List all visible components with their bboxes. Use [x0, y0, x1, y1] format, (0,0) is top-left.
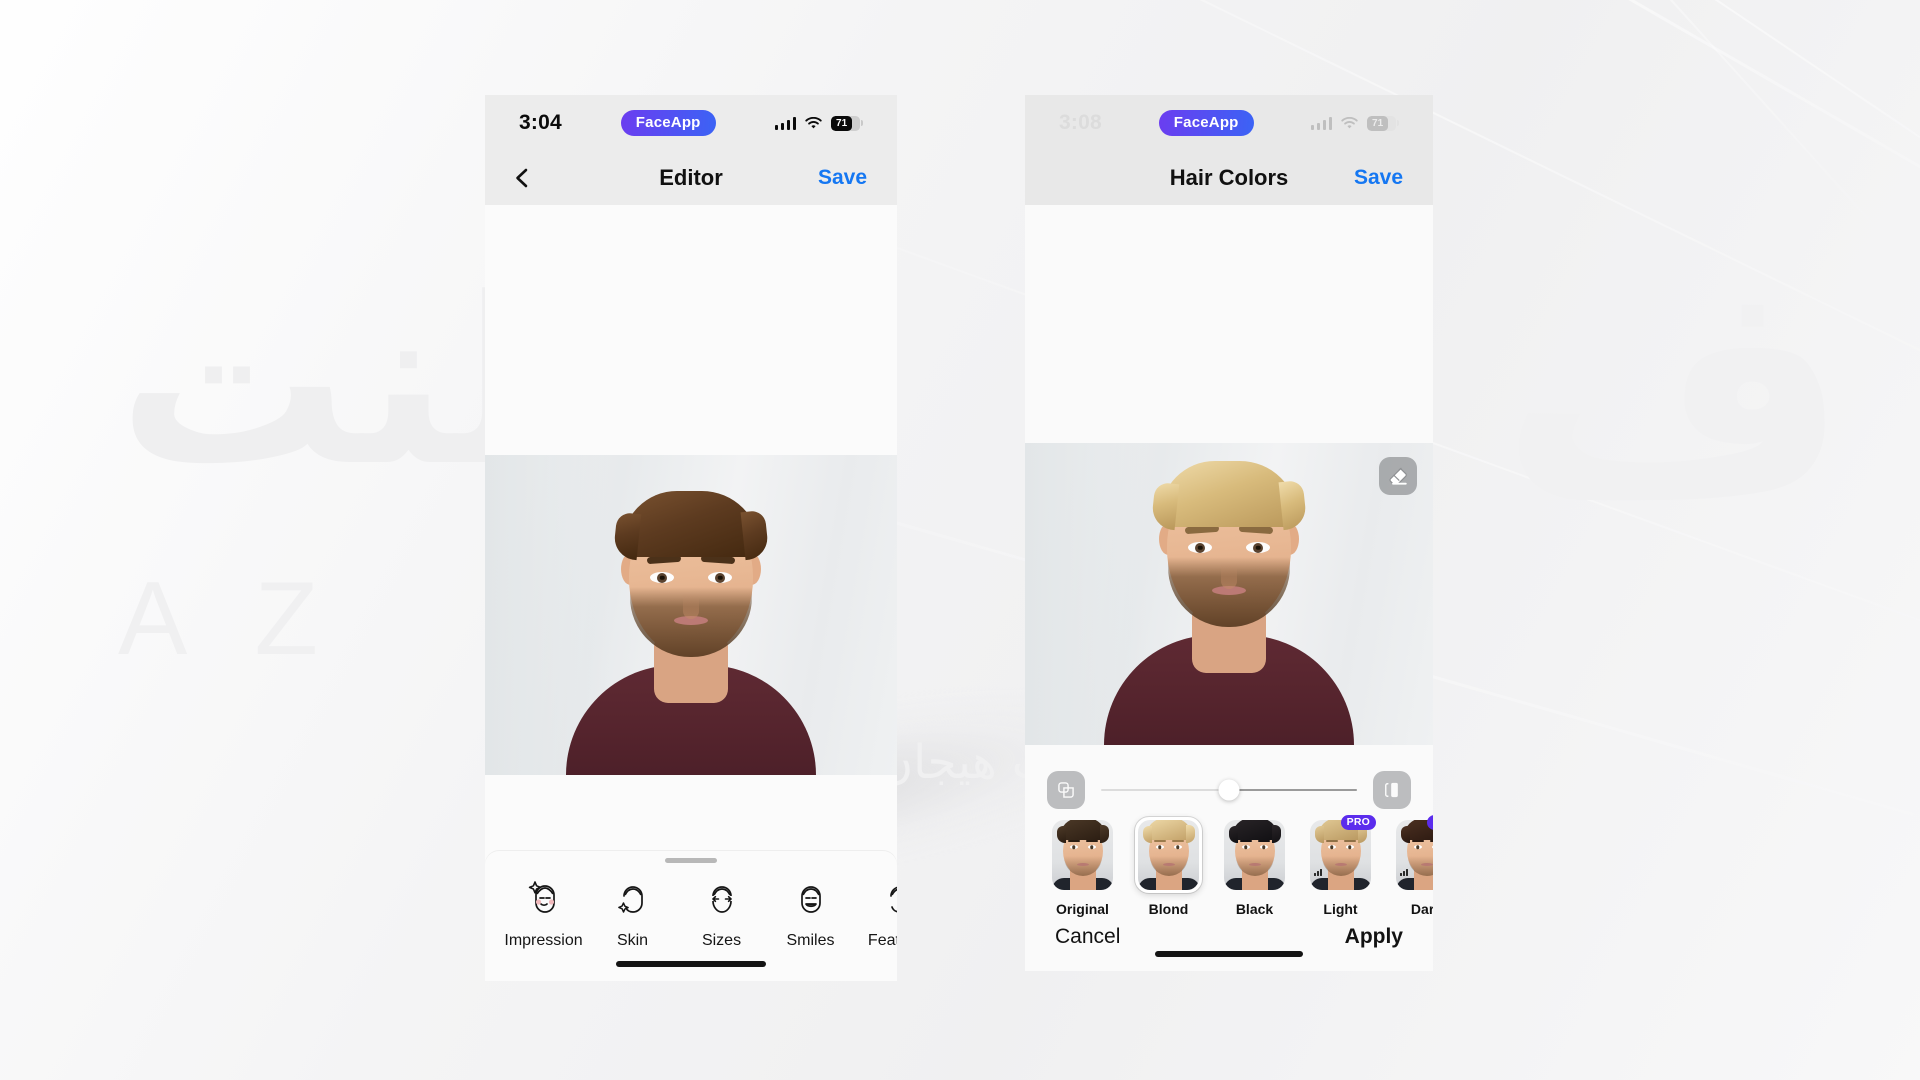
app-name-pill: FaceApp: [1158, 110, 1254, 136]
main-photo-original[interactable]: [485, 455, 897, 775]
signal-strength-icon: [1400, 869, 1408, 876]
battery-icon: 71: [831, 115, 860, 131]
swatch-label: Blond: [1148, 901, 1189, 917]
swatch-label: Dark: [1410, 901, 1433, 917]
intensity-slider-row[interactable]: [1025, 771, 1433, 809]
swatch-label: Black: [1235, 901, 1274, 917]
compare-layers-icon[interactable]: [1047, 771, 1085, 809]
status-bar: 3:08 FaceApp 71: [1025, 95, 1433, 151]
tool-label: Sizes: [701, 932, 742, 949]
face-features-icon: [855, 877, 897, 923]
cancel-button[interactable]: Cancel: [1055, 925, 1120, 949]
status-clock: 3:04: [519, 111, 562, 134]
face-smile-icon: [766, 877, 855, 923]
cellular-bars-icon: [774, 116, 796, 130]
hair-colors-screen: 3:08 FaceApp 71 Hair Colors Save Origina…: [1025, 95, 1433, 975]
tool-smiles[interactable]: Smiles: [766, 877, 855, 950]
wifi-icon: [805, 116, 822, 128]
nav-bar: Hair Colors Save: [1025, 151, 1433, 205]
editor-canvas-area: Impression Skin Sizes Smiles Feat: [485, 205, 897, 981]
tool-impression[interactable]: Impression: [499, 877, 588, 950]
swatch-dark[interactable]: PRO Dark: [1389, 815, 1433, 917]
page-title: Hair Colors: [1169, 165, 1289, 190]
status-bar: 3:04 FaceApp 71: [485, 95, 897, 151]
pro-badge: PRO: [1340, 815, 1376, 830]
battery-icon: 71: [1367, 115, 1396, 131]
swatch-light[interactable]: PRO Light: [1303, 815, 1378, 917]
tool-skin[interactable]: Skin: [588, 877, 677, 950]
eraser-icon[interactable]: [1379, 457, 1417, 495]
signal-strength-icon: [1314, 869, 1322, 876]
page-background: ف فالنت A Z نهایت هیجان گرافیکی بانتی وب…: [0, 0, 1920, 1080]
cellular-bars-icon: [1310, 116, 1332, 130]
app-name-pill: FaceApp: [620, 110, 716, 136]
swatch-black[interactable]: Black: [1217, 817, 1292, 917]
swatch-original[interactable]: Original: [1045, 817, 1120, 917]
swatch-blond[interactable]: Blond: [1131, 817, 1206, 917]
split-view-icon[interactable]: [1373, 771, 1411, 809]
home-indicator: [616, 961, 766, 967]
intensity-slider[interactable]: [1101, 779, 1357, 801]
slider-track-filled: [1229, 789, 1357, 791]
phone-screenshot-hair-colors: 3:08 FaceApp 71 Hair Colors Save Origina…: [1025, 95, 1433, 975]
apply-button[interactable]: Apply: [1345, 925, 1403, 949]
save-button[interactable]: Save: [818, 166, 867, 190]
chevron-left-icon[interactable]: [511, 167, 533, 189]
tool-label: Smiles: [786, 932, 835, 949]
page-title: Editor: [659, 165, 723, 190]
slider-knob[interactable]: [1218, 779, 1240, 801]
battery-level: 71: [1372, 117, 1384, 129]
swatch-label: Light: [1323, 901, 1358, 917]
swatch-label: Original: [1056, 901, 1109, 917]
status-clock: 3:08: [1059, 111, 1102, 134]
action-row: Cancel Apply: [1025, 925, 1433, 949]
tool-scroller[interactable]: Impression Skin Sizes Smiles Feat: [485, 863, 897, 950]
status-indicators: 71: [1310, 115, 1399, 131]
battery-level: 71: [836, 117, 848, 129]
tool-label: Skin: [616, 932, 649, 949]
tool-sizes[interactable]: Sizes: [677, 877, 766, 950]
tool-features[interactable]: Features: [855, 877, 897, 950]
editor-screen: 3:04 FaceApp 71 Editor Save Impression S…: [485, 95, 897, 985]
wifi-icon: [1341, 116, 1358, 128]
hair-colors-canvas-area: Original Blond Black PRO Light Dar Cance…: [1025, 205, 1433, 971]
save-button[interactable]: Save: [1354, 166, 1403, 190]
watermark-mark: ف: [1500, 215, 1849, 564]
tool-label: Impression: [504, 932, 583, 949]
face-width-arrows-icon: [677, 877, 766, 923]
face-sparkle-icon: [499, 877, 588, 923]
tool-label: Features: [867, 932, 897, 949]
main-photo-preview[interactable]: [1025, 443, 1433, 745]
nav-bar: Editor Save: [485, 151, 897, 205]
home-indicator: [1155, 951, 1303, 957]
face-skin-icon: [588, 877, 677, 923]
phone-screenshot-editor: 3:04 FaceApp 71 Editor Save Impression S…: [485, 95, 897, 985]
status-indicators: 71: [774, 115, 863, 131]
watermark-subtitle: A Z: [118, 561, 341, 677]
hair-color-swatch-list[interactable]: Original Blond Black PRO Light Dar: [1025, 815, 1433, 917]
